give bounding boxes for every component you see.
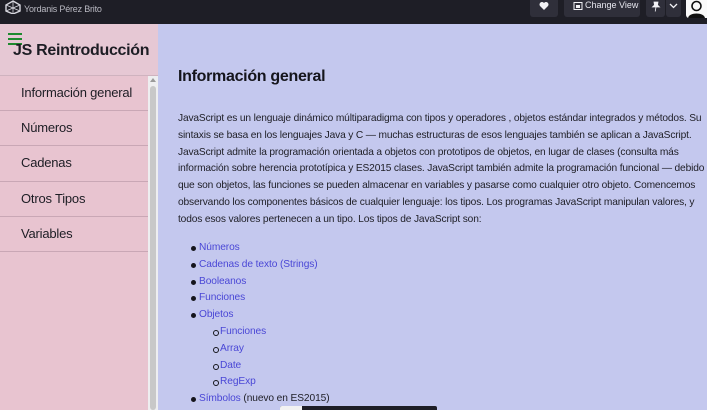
list-item: RegExp [213, 374, 330, 391]
objetos-sublist: Funciones Array Date RegExp [199, 324, 330, 391]
list-item: Funciones [213, 324, 330, 341]
bottom-toolbar[interactable] [280, 406, 437, 410]
author-name[interactable]: Yordanis Pérez Brito [24, 4, 102, 14]
link-regexp[interactable]: RegExp [220, 376, 256, 387]
sidebar-title: JS Reintroducción [13, 42, 150, 59]
change-view-label: Change View [585, 0, 639, 10]
sidebar-item-otros-tipos[interactable]: Otros Tipos [0, 182, 148, 217]
sidebar-header: JS Reintroducción [0, 24, 158, 76]
more-options-button[interactable] [666, 0, 681, 17]
intro-paragraph: JavaScript es un lenguaje dinámico múlti… [178, 113, 707, 225]
link-array[interactable]: Array [220, 343, 244, 354]
link-cadenas[interactable]: Cadenas de texto (Strings) [199, 259, 318, 270]
link-date[interactable]: Date [220, 360, 241, 371]
pin-button[interactable] [646, 0, 665, 17]
list-item: Date [213, 358, 330, 375]
avatar[interactable] [686, 0, 707, 18]
link-simbolos[interactable]: Símbolos [199, 393, 241, 404]
types-list: Números Cadenas de texto (Strings) Boole… [191, 240, 330, 408]
link-funciones[interactable]: Funciones [199, 292, 245, 303]
list-item: Cadenas de texto (Strings) [191, 257, 330, 274]
list-item: Array [213, 341, 330, 358]
logo-icon[interactable] [4, 0, 22, 14]
top-bar: Yordanis Pérez Brito Change View [0, 0, 707, 24]
sidebar-nav: Información general Números Cadenas Otro… [0, 76, 148, 252]
sidebar-item-informacion-general[interactable]: Información general [0, 76, 148, 112]
sidebar: JS Reintroducción Información general Nú… [0, 24, 158, 410]
list-item: Funciones [191, 290, 330, 307]
chevron-down-icon [669, 3, 678, 9]
link-objetos[interactable]: Objetos [199, 309, 234, 320]
heart-icon [539, 1, 549, 10]
list-item: Objetos Funciones Array Date RegExp [191, 307, 330, 391]
main-content: Información general JavaScript es un len… [158, 24, 707, 410]
page-title: Información general [178, 68, 326, 85]
list-item: Booleanos [191, 274, 330, 291]
scroll-up-arrow-icon[interactable] [150, 78, 156, 82]
sidebar-item-variables[interactable]: Variables [0, 217, 148, 252]
change-view-button[interactable]: Change View [564, 0, 640, 17]
list-item: Números [191, 240, 330, 257]
link-sub-funciones[interactable]: Funciones [220, 326, 266, 337]
simbolos-note: (nuevo en ES2015) [240, 393, 330, 405]
scrollbar-thumb[interactable] [150, 86, 156, 410]
link-booleanos[interactable]: Booleanos [199, 276, 246, 287]
change-view-icon [573, 2, 583, 10]
sidebar-item-numeros[interactable]: Números [0, 111, 148, 147]
pin-icon [651, 1, 661, 12]
link-numeros[interactable]: Números [199, 242, 240, 253]
avatar-icon [688, 0, 705, 18]
sidebar-scrollbar[interactable] [148, 76, 158, 410]
sidebar-item-cadenas[interactable]: Cadenas [0, 146, 148, 182]
like-button[interactable] [530, 0, 558, 17]
